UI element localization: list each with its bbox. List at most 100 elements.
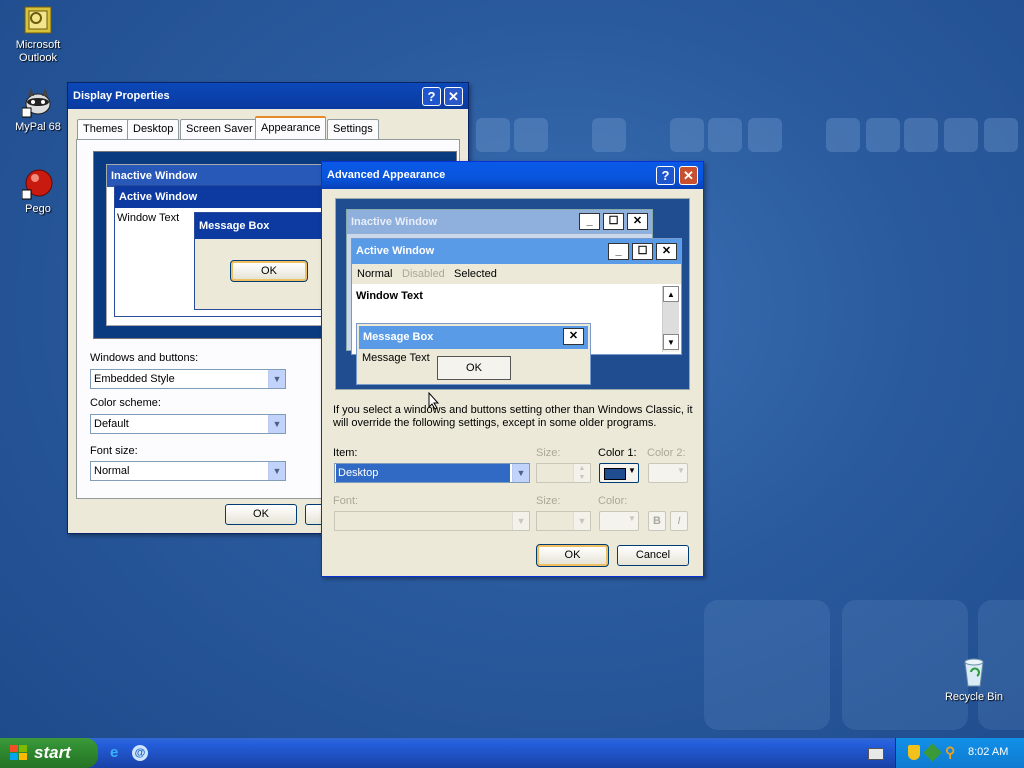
color2-picker[interactable]: ▼ <box>648 463 688 483</box>
scroll-track <box>663 302 679 334</box>
windows-buttons-value: Embedded Style <box>94 373 175 385</box>
minimize-icon: _ <box>579 213 600 230</box>
desktop-icon-label: MyPal 68 <box>15 121 61 133</box>
item-select[interactable]: Desktop ▼ <box>334 463 530 483</box>
maximize-icon: ☐ <box>632 243 653 260</box>
keyboard-icon[interactable] <box>868 748 884 760</box>
color1-swatch <box>604 468 626 480</box>
size-spinner[interactable]: ▲ ▼ <box>536 463 591 483</box>
desktop-icon-pego[interactable]: Pego <box>0 168 76 216</box>
help-button[interactable]: ? <box>656 166 675 185</box>
preview-message-box-title: Message Box <box>195 213 335 239</box>
raccoon-icon <box>21 86 54 118</box>
color1-label: Color 1: <box>598 447 637 459</box>
preview-window-text: Window Text <box>117 212 180 224</box>
font-size-select[interactable]: Normal ▼ <box>90 461 286 481</box>
recycle-bin-icon <box>958 656 990 688</box>
chevron-down-icon[interactable]: ▼ <box>268 370 285 388</box>
show-desktop-icon[interactable]: @ <box>132 745 148 761</box>
desktop-icon-label: Recycle Bin <box>944 691 1004 703</box>
chevron-down-icon[interactable]: ▼ <box>268 415 285 433</box>
desktop-icon-recycle-bin[interactable]: Recycle Bin <box>936 656 1012 704</box>
close-button[interactable]: ✕ <box>444 87 463 106</box>
windows-buttons-label: Windows and buttons: <box>90 352 199 364</box>
desktop-icon-label: Microsoft Outlook <box>15 39 61 64</box>
help-button[interactable]: ? <box>422 87 441 106</box>
menu-disabled: Disabled <box>402 268 445 280</box>
network-icon[interactable] <box>923 743 942 762</box>
adv-preview-message-text: Message Text <box>362 352 430 364</box>
chevron-down-icon[interactable]: ▼ <box>512 464 529 482</box>
close-icon: ✕ <box>656 243 677 260</box>
scroll-down-icon: ▼ <box>663 334 679 350</box>
italic-button[interactable]: I <box>670 511 688 531</box>
color2-label: Color 2: <box>647 447 686 459</box>
spinner-arrows-icon: ▲ ▼ <box>573 464 590 482</box>
red-ball-icon <box>21 168 54 200</box>
display-ok-button[interactable]: OK <box>225 504 297 525</box>
close-icon: ✕ <box>563 328 584 345</box>
chevron-down-icon: ▼ <box>573 512 590 530</box>
preview-message-box: Message Box OK <box>194 212 336 310</box>
adv-preview-menubar: Normal Disabled Selected <box>352 264 681 284</box>
item-value: Desktop <box>336 464 510 482</box>
adv-preview-window-text: Window Text <box>356 290 423 302</box>
search-icon[interactable]: ⚲ <box>945 745 958 760</box>
start-button[interactable]: start <box>0 738 98 768</box>
outlook-icon <box>22 4 54 36</box>
desktop-icon-label: Pego <box>25 203 51 215</box>
tab-appearance[interactable]: Appearance <box>255 116 327 140</box>
chevron-down-icon[interactable]: ▼ <box>268 462 285 480</box>
window-title: Display Properties <box>73 90 170 102</box>
tab-screen-saver[interactable]: Screen Saver <box>180 119 259 139</box>
font-size-label: Font size: <box>90 445 138 457</box>
font-label: Font: <box>333 495 359 507</box>
adv-preview-message-box: Message Box ✕ Message Text OK <box>356 323 591 385</box>
display-properties-titlebar[interactable]: Display Properties ? ✕ <box>68 83 468 109</box>
advanced-note: If you select a windows and buttons sett… <box>333 404 693 429</box>
desktop-icon-outlook[interactable]: Microsoft Outlook <box>0 4 76 65</box>
preview-scrollbar: ▲ ▼ <box>662 286 679 352</box>
start-label: start <box>34 743 71 762</box>
clock[interactable]: 8:02 AM <box>968 746 1008 758</box>
minimize-icon: _ <box>608 243 629 260</box>
bold-button[interactable]: B <box>648 511 666 531</box>
font-size-select[interactable]: ▼ <box>536 511 591 531</box>
advanced-cancel-button[interactable]: Cancel <box>617 545 689 566</box>
color-scheme-select[interactable]: Default ▼ <box>90 414 286 434</box>
system-tray: ⚲ 8:02 AM <box>895 738 1024 768</box>
close-icon: ✕ <box>627 213 648 230</box>
chevron-down-icon: ▼ <box>512 512 529 530</box>
color-scheme-label: Color scheme: <box>90 397 161 409</box>
font-color-label: Color: <box>598 495 628 507</box>
windows-logo-icon <box>10 745 27 760</box>
window-title: Advanced Appearance <box>327 169 446 181</box>
chevron-down-icon: ▼ <box>628 514 636 523</box>
tab-desktop[interactable]: Desktop <box>127 119 180 139</box>
color-scheme-value: Default <box>94 418 129 430</box>
scroll-up-icon: ▲ <box>663 286 679 302</box>
tab-themes[interactable]: Themes <box>77 119 129 139</box>
tab-settings[interactable]: Settings <box>327 119 379 139</box>
font-select[interactable]: ▼ <box>334 511 530 531</box>
adv-preview-message-box-title: Message Box <box>359 326 588 349</box>
color1-picker[interactable]: ▼ <box>599 463 639 483</box>
security-shield-icon[interactable] <box>908 745 920 760</box>
menu-selected: Selected <box>454 268 497 280</box>
font-size-value: Normal <box>94 465 130 477</box>
preview-ok-button: OK <box>230 260 308 282</box>
advanced-preview: Inactive Window _ ☐ ✕ Active Window _ ☐ … <box>335 198 690 390</box>
font-color-picker[interactable]: ▼ <box>599 511 639 531</box>
menu-normal: Normal <box>357 268 393 280</box>
internet-explorer-icon[interactable]: e <box>110 745 126 761</box>
chevron-down-icon: ▼ <box>628 466 636 475</box>
size-label: Size: <box>536 447 561 459</box>
item-label: Item: <box>333 447 358 459</box>
close-button[interactable]: ✕ <box>679 166 698 185</box>
advanced-ok-button[interactable]: OK <box>536 544 609 567</box>
advanced-appearance-titlebar[interactable]: Advanced Appearance ? ✕ <box>322 162 703 189</box>
desktop-icon-mypal[interactable]: MyPal 68 <box>0 86 76 134</box>
maximize-icon: ☐ <box>603 213 624 230</box>
windows-buttons-select[interactable]: Embedded Style ▼ <box>90 369 286 389</box>
adv-preview-ok-button: OK <box>437 356 511 380</box>
